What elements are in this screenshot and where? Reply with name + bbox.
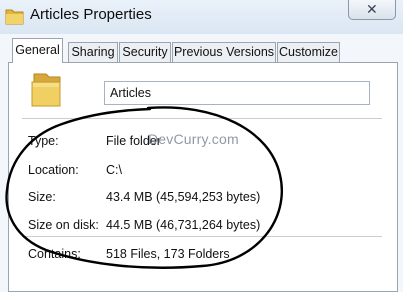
divider xyxy=(22,236,382,237)
divider xyxy=(22,118,382,119)
folder-name-field[interactable]: Articles xyxy=(104,81,370,105)
size-label: Size: xyxy=(28,190,56,204)
contains-label: Contains: xyxy=(28,247,81,261)
location-value: C:\ xyxy=(106,163,122,177)
folder-icon xyxy=(5,9,24,25)
watermark: DevCurry.com xyxy=(148,131,239,147)
close-button[interactable]: ✕ xyxy=(348,0,396,20)
location-label: Location: xyxy=(28,163,79,177)
size-on-disk-label: Size on disk: xyxy=(28,218,99,232)
window-title: Articles Properties xyxy=(30,6,152,23)
folder-icon xyxy=(31,73,61,107)
contains-value: 518 Files, 173 Folders xyxy=(106,247,230,261)
title-bar: Articles Properties ✕ xyxy=(0,0,403,34)
size-on-disk-value: 44.5 MB (46,731,264 bytes) xyxy=(106,218,261,232)
size-value: 43.4 MB (45,594,253 bytes) xyxy=(106,190,261,204)
tab-customize[interactable]: Customize xyxy=(277,42,340,62)
tab-general[interactable]: General xyxy=(12,38,63,63)
tab-sharing[interactable]: Sharing xyxy=(68,42,118,62)
type-label: Type: xyxy=(28,134,59,148)
tab-previous-versions[interactable]: Previous Versions xyxy=(172,42,276,62)
tab-security[interactable]: Security xyxy=(119,42,171,62)
close-icon: ✕ xyxy=(366,1,378,17)
